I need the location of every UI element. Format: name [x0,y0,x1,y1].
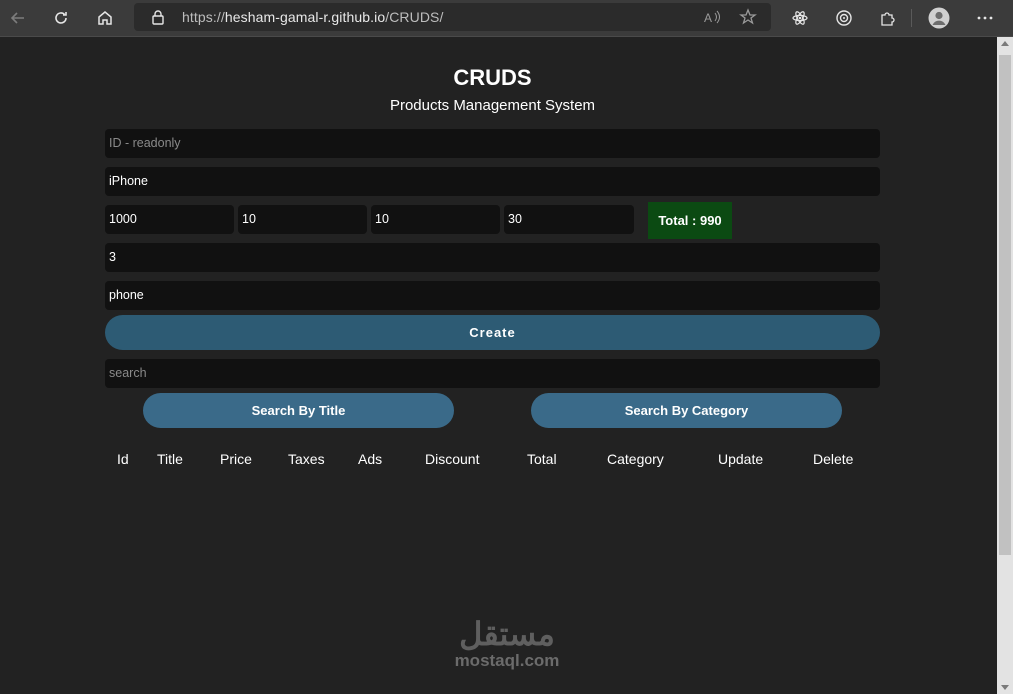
watermark-arabic-text: مستقل [459,616,555,652]
column-header-taxes: Taxes [288,451,325,467]
search-by-category-button[interactable]: Search By Category [531,393,842,428]
watermark-latin-text: mostaql.com [454,651,560,670]
back-arrow-icon [10,12,24,24]
atom-icon [792,11,808,25]
title-input[interactable]: iPhone [105,167,880,196]
svg-text:A: A [704,11,712,25]
ellipsis-icon [977,16,993,20]
address-bar[interactable]: https://hesham-gamal-r.github.io/CRUDS/ … [134,3,771,31]
search-by-title-button[interactable]: Search By Title [143,393,454,428]
lock-icon [152,10,164,25]
discount-input[interactable]: 30 [504,205,634,234]
id-input[interactable]: ID - readonly [105,129,880,158]
url-text: https://hesham-gamal-r.github.io/CRUDS/ [182,9,443,25]
create-button[interactable]: Create [105,315,880,350]
read-aloud-icon[interactable]: A [704,9,722,25]
favorite-star-icon[interactable] [739,8,757,26]
toolbar-divider [911,9,912,27]
page-subtitle: Products Management System [389,97,596,114]
puzzle-icon [881,12,895,26]
column-header-total: Total [527,451,557,467]
avatar-icon [928,7,950,29]
url-scheme: https:// [182,9,225,25]
page-content: CRUDS Products Management System ID - re… [0,37,997,694]
column-header-category: Category [607,451,664,467]
browser-toolbar: https://hesham-gamal-r.github.io/CRUDS/ … [0,0,1013,37]
target-icon [836,10,852,26]
vertical-scrollbar[interactable] [997,37,1013,694]
refresh-icon [55,12,67,24]
price-input[interactable]: 1000 [105,205,234,234]
column-header-discount: Discount [425,451,480,467]
scroll-down-arrow-icon[interactable] [1001,685,1009,690]
refresh-button[interactable] [47,4,75,32]
count-input[interactable]: 3 [105,243,880,272]
taxes-input[interactable]: 10 [238,205,367,234]
mostaql-watermark: مستقل mostaql.com [444,617,570,671]
column-header-price: Price [220,451,252,467]
column-header-ads: Ads [358,451,383,467]
scroll-up-arrow-icon[interactable] [1001,41,1009,46]
column-header-id: Id [117,451,129,467]
back-button[interactable] [4,4,32,32]
ads-input[interactable]: 10 [371,205,500,234]
total-badge: Total : 990 [648,202,732,239]
home-button[interactable] [91,4,119,32]
category-input[interactable]: phone [105,281,880,310]
column-header-update: Update [718,451,764,467]
column-header-delete: Delete [813,451,854,467]
url-path: /CRUDS/ [385,9,444,25]
column-header-title: Title [157,451,183,467]
url-host: hesham-gamal-r.github.io [224,9,386,25]
extension-target-button[interactable] [830,4,858,32]
extensions-button[interactable] [874,4,902,32]
home-icon [98,11,112,25]
more-menu-button[interactable] [971,4,999,32]
extension-react-button[interactable] [786,4,814,32]
profile-button[interactable] [925,4,953,32]
page-title: CRUDS [453,65,532,90]
scrollbar-thumb[interactable] [999,55,1011,555]
search-input[interactable]: search [105,359,880,388]
